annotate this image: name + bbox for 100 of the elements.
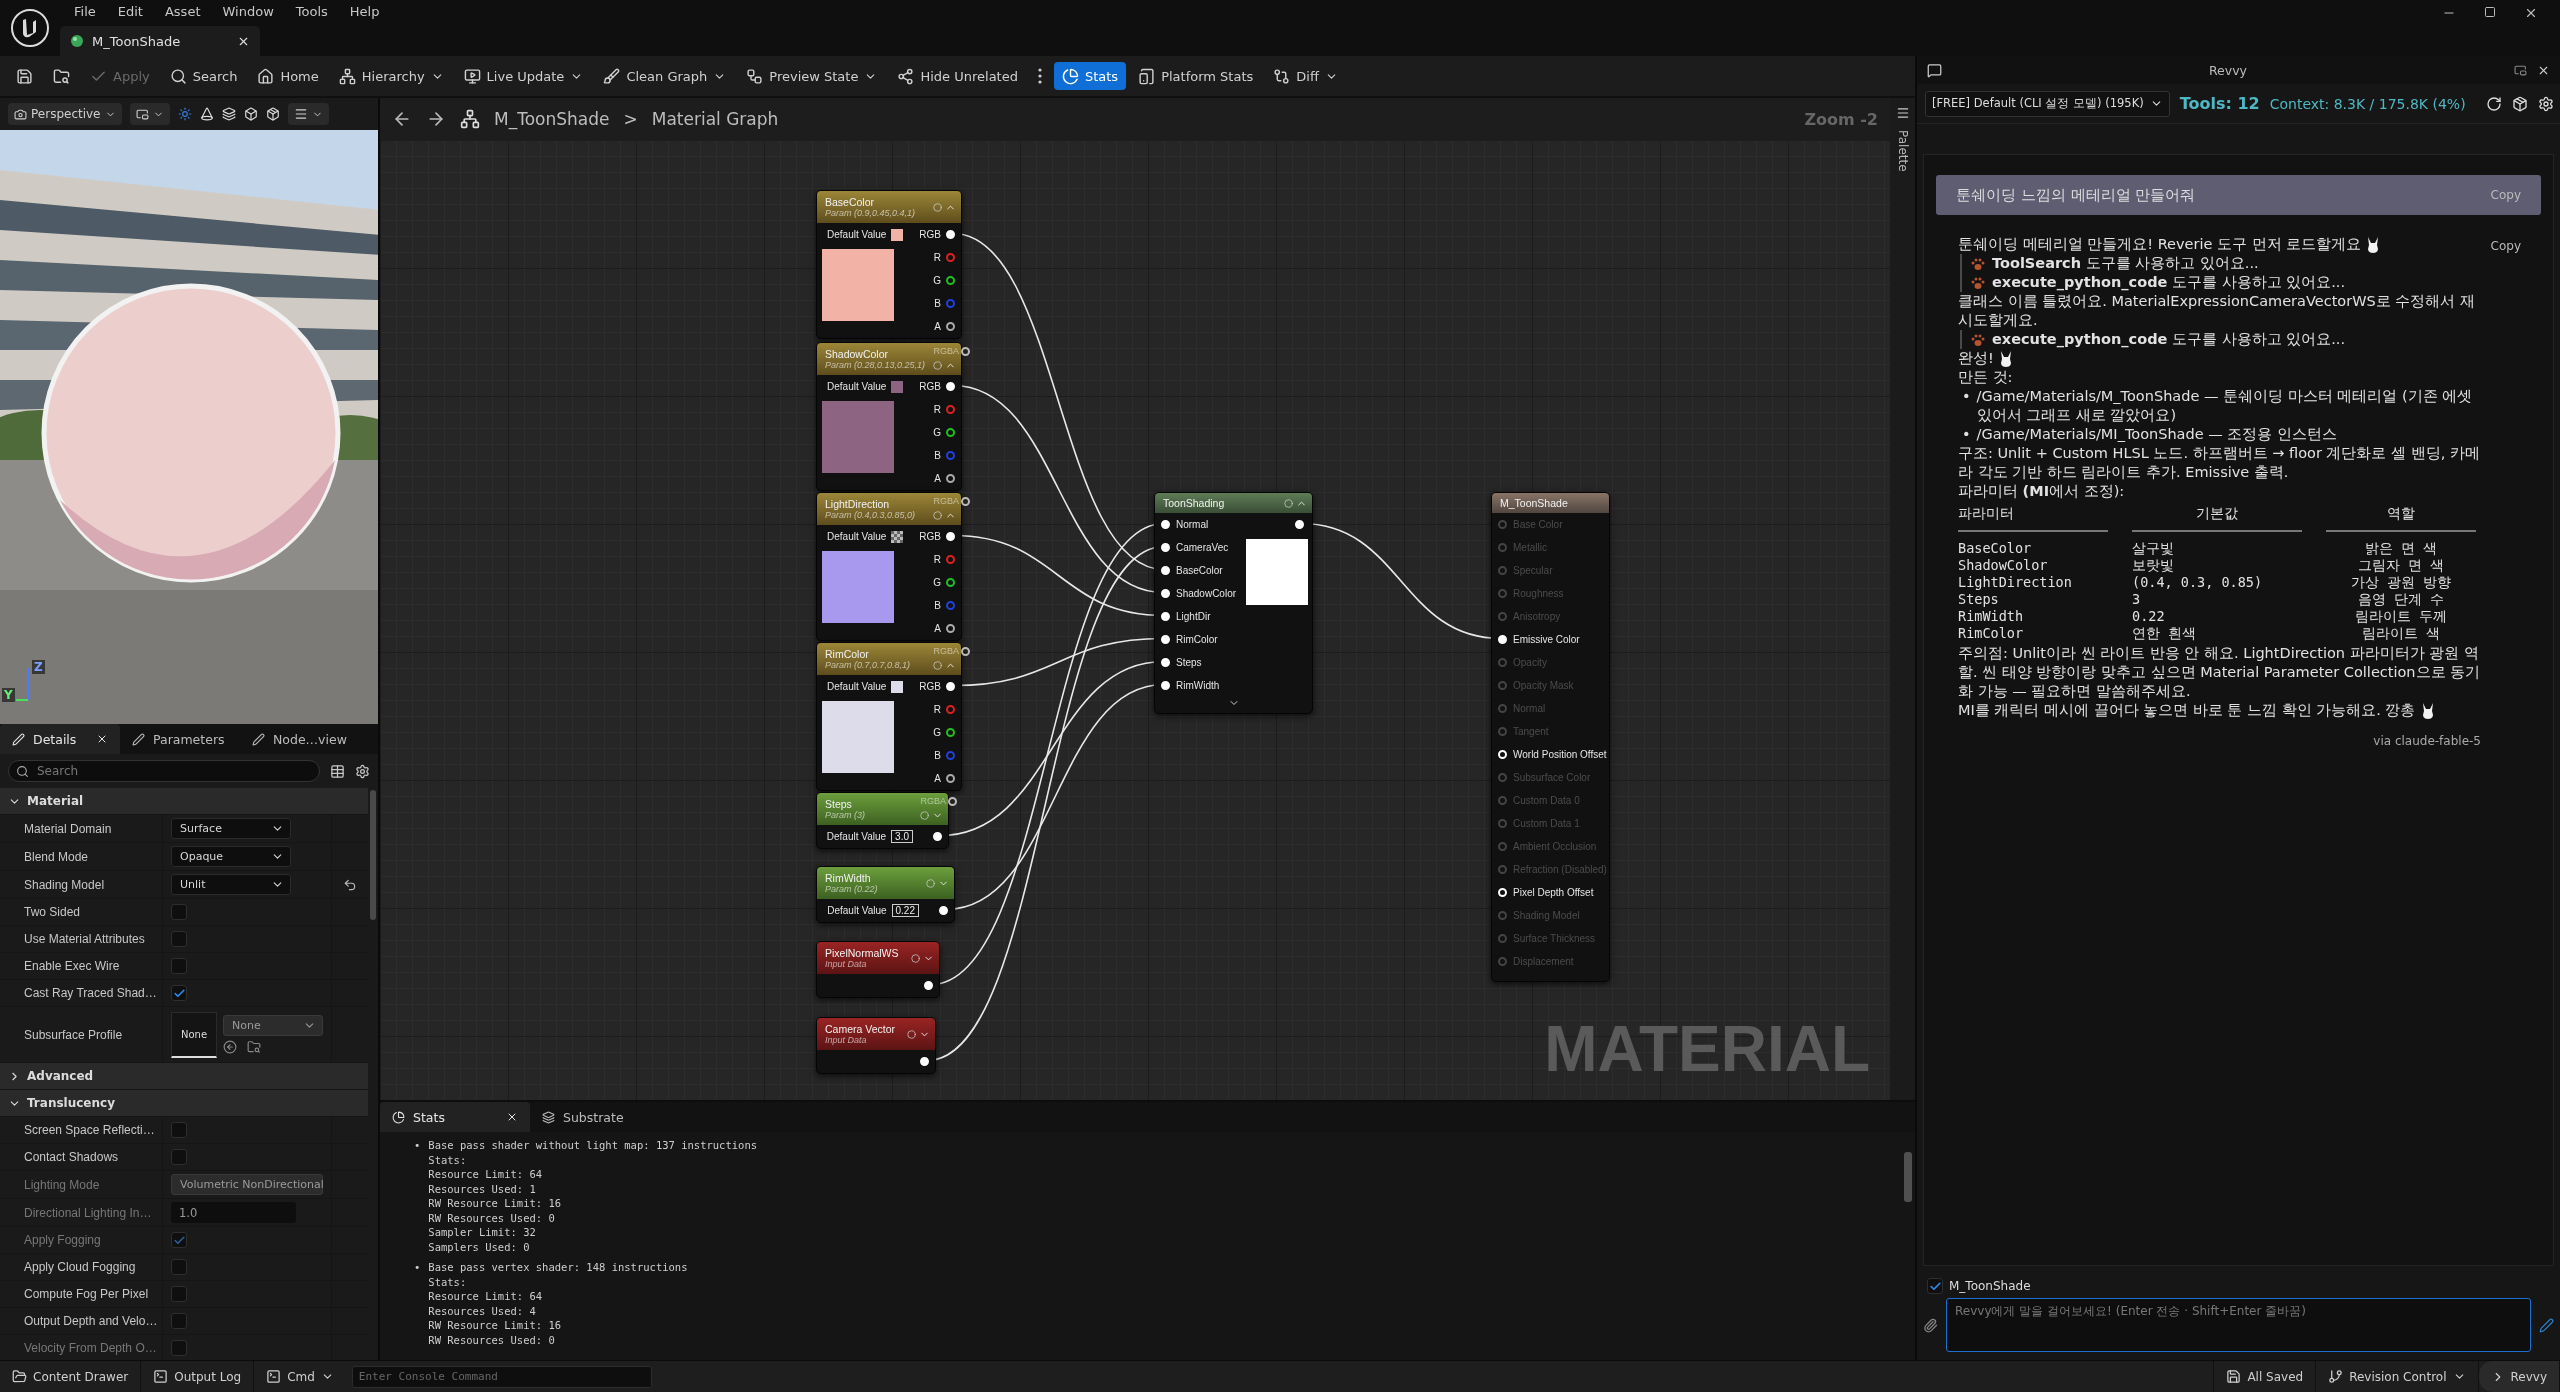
pin-label: A [934,623,941,634]
dropdown[interactable]: Opaque [171,846,291,867]
toolbar-button[interactable]: Platform Stats [1130,62,1262,90]
dropdown[interactable]: Unlit [171,874,291,895]
graph-node[interactable]: Camera Vector Input Data [816,1017,936,1074]
message-text: 완성! [1958,349,1994,368]
toolbar-button[interactable]: Live Update [455,62,592,90]
node-title: RimColor [825,648,870,660]
toolbar-button[interactable]: Hide Unrelated [889,62,1026,90]
menu-item[interactable]: Window [212,3,284,19]
console-input[interactable]: Enter Console Command [351,1365,652,1388]
pin-label: RGBA [933,346,959,356]
table-cell-text: (0.4, 0.3, 0.85) [2132,574,2264,591]
copy-button[interactable]: Copy [2490,237,2521,256]
table-cell-text: 보랏빛 [2132,557,2175,574]
panel-title: Revvy [2209,62,2247,78]
pin-label: Refraction (Disabled) [1513,864,1607,875]
stats-line: RW Resources Used: 0 [428,1332,555,1347]
breadcrumb-item[interactable]: M_ToonShade [494,109,610,129]
pin-label: A [934,321,941,332]
dropdown[interactable]: Surface [171,818,291,839]
table-header: 기본값 [2132,505,2302,532]
pin-label: Roughness [1513,588,1564,599]
toolbar-button[interactable]: Home [249,62,327,90]
node-title: LightDirection [825,498,890,510]
menu-item[interactable]: Asset [154,3,211,19]
panel-tab[interactable]: Node…view [240,724,360,754]
cmd-button[interactable]: Cmd [254,1361,346,1392]
message-input[interactable]: Revvy에게 말을 걸어보세요! (Enter 전송 · Shift+Enter 줄바꿈) [1946,1298,2531,1352]
menu-item[interactable]: File [64,3,106,19]
graph-node[interactable]: RimWidth Param (0.22) Default Value 0.22 [816,866,955,923]
node-subtitle: Param (0.4,0.3,0.85,0) [825,510,917,520]
node-subtitle: Param (0.22) [825,884,879,894]
model-credit: via claude-fable-5 [2373,733,2481,750]
pin-label: Specular [1513,565,1553,576]
table-cell-text: BaseColor [1958,540,2033,557]
node-subtitle: Input Data [825,1035,868,1045]
node-title: Camera Vector [825,1023,897,1035]
view-mode-button[interactable]: Perspective [8,103,122,125]
tool-status-text: execute_python_code 도구를 사용하고 있어요... [1992,330,2345,349]
search-field[interactable]: Search [8,760,320,782]
pin-label: R [933,252,941,263]
menu-item[interactable]: Edit [107,3,153,19]
output-log-button[interactable]: Output Log [141,1361,255,1392]
property-label: Blend Mode [23,849,89,864]
toolbar-button[interactable]: Search [161,62,246,90]
message-text: /Game/Materials/M_ToonShade — 툰쉐이딩 마스터 메테리얼 (기존 에셋 있어서 그래프 새로 깔았어요) [1976,387,2474,425]
node-subtitle: Param (3) [825,810,866,820]
pin-label: Ambient Occlusion [1513,841,1597,852]
asset-thumbnail[interactable]: None [171,1011,217,1058]
toolbar-button[interactable]: Clean Graph [595,62,735,90]
content-drawer-button[interactable]: Content Drawer [0,1361,142,1392]
stats-line: Resource Limit: 64 [428,1167,543,1182]
menu-item[interactable]: Help [339,3,390,19]
pin-label: LightDir [1176,611,1211,622]
panel-tab[interactable]: Substrate [530,1102,680,1132]
stats-line: Samplers Used: 0 [428,1239,530,1254]
toolbar-button[interactable]: Stats [1053,62,1127,90]
pin-label: RGB [919,681,941,692]
value-field[interactable]: 3.0 [891,830,913,843]
pin-label: RGB [919,229,941,240]
document-tab[interactable]: M_ToonShade [60,26,260,56]
pin-label: RGB [919,381,941,392]
node-title: PixelNormalWS [825,947,900,959]
palette-tab[interactable]: Palette [1895,130,1910,172]
graph-node[interactable]: PixelNormalWS Input Data [816,941,940,998]
property-label: Material Domain [23,821,112,836]
node-title: BaseColor [825,196,876,208]
panel-tab[interactable]: Details [0,724,120,754]
breadcrumb-item[interactable]: Material Graph [651,109,779,129]
property-label: Velocity From Depth O… [23,1341,157,1355]
graph-node[interactable]: ToonShading Normal CameraVec BaseColor ShadowColor LightDir RimColor Steps RimWidth [1154,492,1313,714]
panel-tab[interactable]: Stats [380,1102,530,1132]
section-header[interactable]: Translucency [0,1090,368,1117]
pin-label: RGBA [933,646,959,656]
dropdown[interactable]: None [223,1015,323,1036]
section-header[interactable]: Material [0,788,368,815]
pin-label: Default Value [827,381,887,392]
pin-label: Shading Model [1513,910,1580,921]
model-dropdown[interactable]: [FREE] Default (CLI 설정 모델) (195K) [1925,90,2170,117]
stats-line: Resources Used: 4 [428,1303,536,1318]
revvy-button[interactable]: Revvy [2478,1361,2560,1392]
axis-label: Z [32,660,45,674]
panel-tab[interactable]: Parameters [120,724,240,754]
pin-label: Default Value [826,831,887,842]
stats-line: RW Resources Used: 0 [428,1210,555,1225]
section-header[interactable]: Advanced [0,1063,368,1090]
graph-node[interactable]: BaseColor Param (0.9,0.45,0.4,1) Default Value RGB R G B A [816,190,962,339]
value-field[interactable]: 0.22 [891,904,919,917]
message-text: 클래스 이름 틀렸어요. MaterialExpressionCameraVectorWS로 수정해서 재시도할게요. [1958,292,2476,330]
pin-label: R [933,704,941,715]
table-cell-text: 연한 흰색 [2132,625,2198,642]
pin-label: Default Value [827,681,887,692]
save-status-button[interactable]: All Saved [2213,1361,2317,1392]
bullet-mark: • [414,1260,421,1275]
toolbar-button[interactable]: Hierarchy [330,62,452,90]
toolbar-button[interactable]: Preview State [738,62,886,90]
menu-item[interactable]: Tools [285,3,338,19]
toolbar-button[interactable]: Diff [1265,62,1346,90]
revision-control-button[interactable]: Revision Control [2316,1361,2479,1392]
